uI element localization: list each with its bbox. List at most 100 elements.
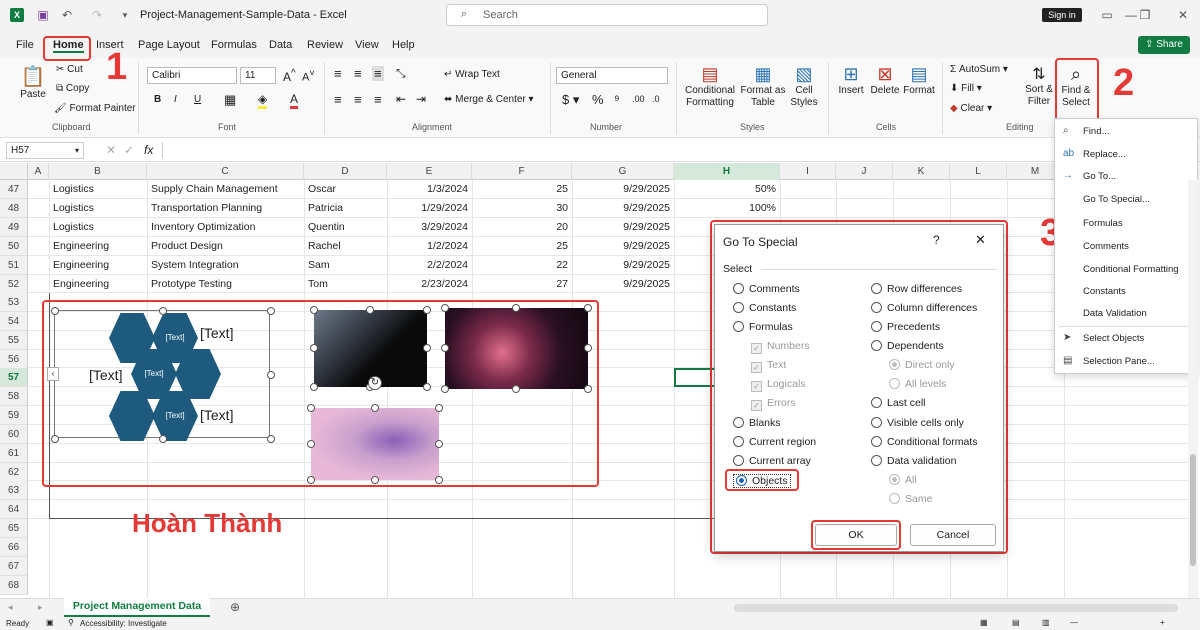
cell[interactable]: 30 <box>472 199 572 218</box>
zoom-in-icon[interactable]: + <box>1160 618 1165 627</box>
cell[interactable]: 20 <box>472 218 572 237</box>
row-header[interactable]: 60 <box>0 425 28 444</box>
align-bottom-icon[interactable]: ≡ <box>372 66 384 81</box>
horizontal-scrollbar[interactable] <box>734 604 1178 612</box>
close-icon[interactable]: ✕ <box>1176 8 1190 22</box>
cell[interactable]: 9/29/2025 <box>572 256 674 275</box>
copy-button[interactable]: ⧉ Copy <box>56 83 89 94</box>
sign-in-button[interactable]: Sign in <box>1042 8 1082 22</box>
undo-icon[interactable]: ↶ <box>60 8 74 22</box>
normal-view-icon[interactable]: ▦ <box>980 618 988 627</box>
cell[interactable]: 9/29/2025 <box>572 180 674 199</box>
cell[interactable]: 50% <box>674 180 780 199</box>
format-cells-button[interactable]: ▤ Format <box>903 64 935 96</box>
customize-qat-icon[interactable]: ▾ <box>118 8 132 22</box>
tab-page-layout[interactable]: Page Layout <box>138 39 200 51</box>
cell[interactable]: Oscar <box>304 180 387 199</box>
tab-view[interactable]: View <box>355 39 379 51</box>
search-box[interactable]: ⌕ Search <box>446 4 768 26</box>
option-current-region[interactable]: Current region <box>733 436 816 448</box>
cell[interactable]: 9/29/2025 <box>572 275 674 294</box>
column-header[interactable]: E <box>387 163 472 180</box>
scroll-thumb[interactable] <box>1190 454 1196 566</box>
select-all-corner[interactable] <box>0 163 28 180</box>
conditional-formatting-button[interactable]: ▤ Conditional Formatting <box>682 64 738 109</box>
option-current-array[interactable]: Current array <box>733 455 811 467</box>
increase-indent-icon[interactable]: ⇥ <box>416 92 426 106</box>
row-header[interactable]: 65 <box>0 519 28 538</box>
ribbon-display-icon[interactable]: ▭ <box>1100 8 1114 22</box>
minimize-icon[interactable]: — <box>1124 8 1138 22</box>
cell[interactable]: 25 <box>472 180 572 199</box>
add-sheet-icon[interactable]: ⊕ <box>230 600 240 614</box>
cell-styles-button[interactable]: ▧ Cell Styles <box>788 64 820 109</box>
maximize-icon[interactable]: ❐ <box>1138 8 1152 22</box>
decrease-indent-icon[interactable]: ⇤ <box>396 92 406 106</box>
cell[interactable]: Inventory Optimization <box>147 218 304 237</box>
paste-button[interactable]: 📋 Paste <box>18 64 48 100</box>
cell[interactable]: Tom <box>304 275 387 294</box>
column-header[interactable]: A <box>28 163 49 180</box>
formula-input[interactable] <box>162 142 1192 159</box>
share-button[interactable]: ⇪ Share <box>1138 36 1190 54</box>
merge-center-button[interactable]: ⬌ Merge & Center ▾ <box>444 94 534 105</box>
insert-cells-button[interactable]: ⊞ Insert <box>836 64 866 96</box>
tab-data[interactable]: Data <box>269 39 292 51</box>
cell[interactable]: Logistics <box>49 180 147 199</box>
confirm-entry-icon[interactable]: ✓ <box>124 143 134 157</box>
row-header[interactable]: 59 <box>0 406 28 425</box>
page-layout-icon[interactable]: ▤ <box>1012 618 1020 627</box>
cell[interactable]: 1/2/2024 <box>387 237 472 256</box>
row-header[interactable]: 54 <box>0 312 28 331</box>
row-header[interactable]: 47 <box>0 180 28 199</box>
row-header[interactable]: 58 <box>0 387 28 406</box>
cell[interactable]: Supply Chain Management <box>147 180 304 199</box>
sheet-tab[interactable]: Project Management Data <box>64 598 210 617</box>
page-break-icon[interactable]: ▥ <box>1042 618 1050 627</box>
cell[interactable]: 100% <box>674 199 780 218</box>
percent-icon[interactable]: % <box>592 92 604 107</box>
shrink-font-icon[interactable]: A˅ <box>302 68 315 84</box>
tab-review[interactable]: Review <box>307 39 343 51</box>
column-header[interactable]: G <box>572 163 674 180</box>
currency-icon[interactable]: $ ▾ <box>562 92 579 108</box>
cell[interactable]: 9/29/2025 <box>572 237 674 256</box>
cell[interactable]: 25 <box>472 237 572 256</box>
row-header[interactable]: 67 <box>0 557 28 576</box>
bold-button[interactable]: B <box>154 94 161 105</box>
column-header[interactable]: C <box>147 163 304 180</box>
sort-filter-button[interactable]: ⇅ Sort & Filter <box>1024 64 1054 108</box>
cell[interactable]: Product Design <box>147 237 304 256</box>
cut-button[interactable]: ✂ Cut <box>56 64 83 75</box>
tab-formulas[interactable]: Formulas <box>211 39 257 51</box>
row-header[interactable]: 68 <box>0 576 28 595</box>
cell[interactable]: 9/29/2025 <box>572 218 674 237</box>
font-name-dropdown[interactable]: Calibri <box>147 67 237 84</box>
cell[interactable]: Engineering <box>49 275 147 294</box>
help-icon[interactable]: ? <box>933 233 940 247</box>
cell[interactable]: 27 <box>472 275 572 294</box>
column-header[interactable]: K <box>893 163 950 180</box>
accessibility-status[interactable]: Accessibility: Investigate <box>80 619 167 628</box>
option-dependents[interactable]: Dependents <box>871 340 944 352</box>
cell[interactable]: Logistics <box>49 218 147 237</box>
row-header[interactable]: 50 <box>0 237 28 256</box>
cell[interactable]: 3/29/2024 <box>387 218 472 237</box>
font-color-icon[interactable]: A <box>290 92 299 109</box>
cell[interactable]: System Integration <box>147 256 304 275</box>
format-painter-button[interactable]: 🖌 Format Painter <box>54 103 136 114</box>
column-header[interactable]: B <box>49 163 147 180</box>
column-header[interactable]: J <box>836 163 893 180</box>
column-header[interactable]: D <box>304 163 387 180</box>
close-icon[interactable]: ✕ <box>975 232 986 248</box>
cell[interactable]: 2/23/2024 <box>387 275 472 294</box>
option-constants[interactable]: Constants <box>733 302 796 314</box>
column-header[interactable]: H <box>674 163 780 180</box>
cell[interactable]: 9/29/2025 <box>572 199 674 218</box>
vertical-scrollbar[interactable] <box>1188 180 1198 598</box>
cell[interactable]: Transportation Planning <box>147 199 304 218</box>
row-header[interactable]: 48 <box>0 199 28 218</box>
cell[interactable]: 22 <box>472 256 572 275</box>
cell[interactable]: Logistics <box>49 199 147 218</box>
cell[interactable]: 1/29/2024 <box>387 199 472 218</box>
